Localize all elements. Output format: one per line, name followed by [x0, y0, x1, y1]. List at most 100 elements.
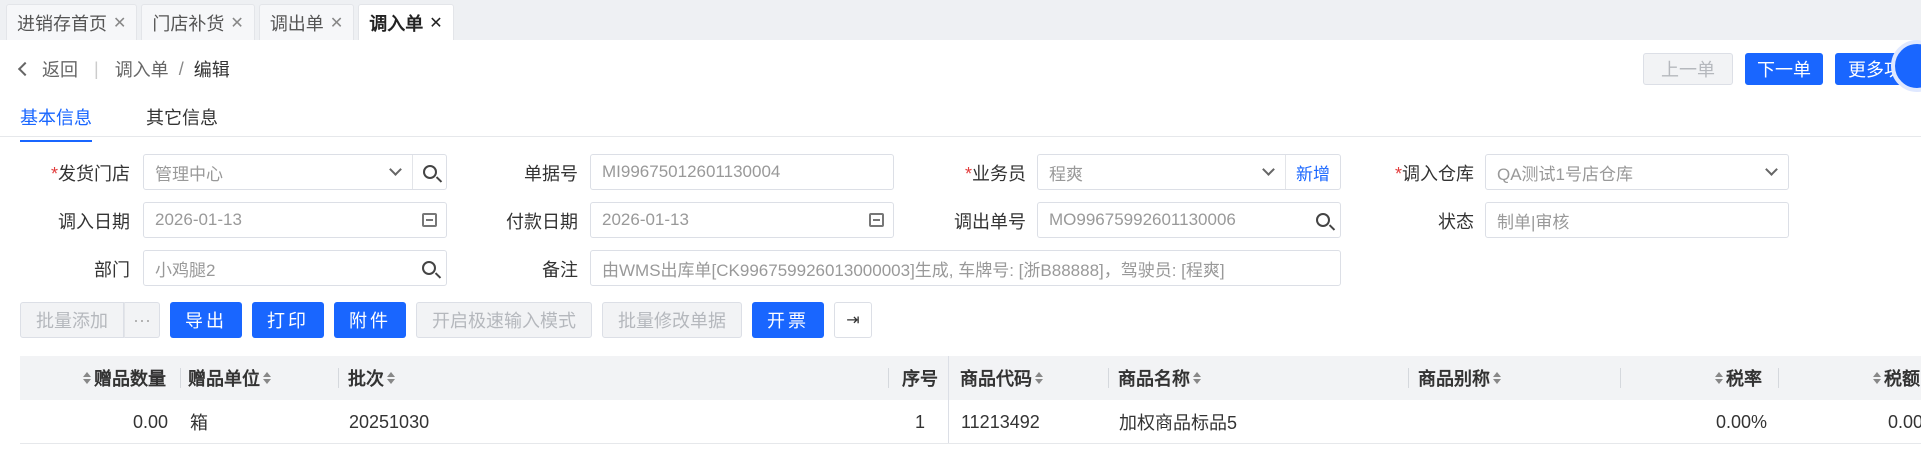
col-gift-qty[interactable]: 赠品数量	[80, 356, 166, 400]
col-alias[interactable]: 商品别称	[1418, 356, 1504, 400]
pay-date-picker[interactable]: 2026-01-13	[590, 202, 894, 238]
doc-no-value: MI99675012601130004	[602, 162, 781, 181]
col-label: 序号	[902, 369, 938, 389]
breadcrumb-separator: /	[178, 58, 184, 79]
table-header: 赠品数量 赠品单位 批次 序号 商品代码 商品名称 商品别称 税率 税额	[20, 356, 1921, 400]
out-no-value: MO99675992601130006	[1049, 210, 1236, 229]
next-record-button[interactable]: 下一单	[1745, 53, 1823, 85]
ship-store-select[interactable]: 管理中心	[143, 154, 447, 190]
tab-transfer-in[interactable]: 调入单 ✕	[358, 4, 454, 40]
dept-value: 小鸡腿2	[155, 260, 216, 280]
sort-icon	[1035, 372, 1043, 384]
sort-icon	[1193, 372, 1201, 384]
salesman-label: *业务员	[964, 164, 1026, 184]
col-tax-amount[interactable]: 税额	[1870, 356, 1920, 400]
batch-add-button[interactable]: 批量添加	[20, 302, 124, 338]
chevron-down-icon[interactable]	[1251, 155, 1285, 189]
close-icon[interactable]: ✕	[230, 13, 243, 33]
tab-bar: 进销存首页 ✕ 门店补货 ✕ 调出单 ✕ 调入单 ✕	[0, 0, 1921, 40]
status-value: 制单|审核	[1497, 212, 1570, 232]
record-nav: 上一单 下一单 更多功	[1643, 53, 1921, 85]
cell-gift-unit: 箱	[190, 413, 208, 433]
sort-icon	[387, 372, 395, 384]
tab-transfer-out[interactable]: 调出单 ✕	[258, 4, 355, 40]
batch-edit-button[interactable]: 批量修改单据	[602, 302, 742, 338]
breadcrumb-current: 编辑	[193, 60, 230, 80]
col-batch[interactable]: 批次	[348, 356, 398, 400]
batch-add-split: 批量添加 ···	[20, 302, 160, 338]
tab-label: 调入单	[369, 13, 424, 34]
column-settings-icon[interactable]: ⇥	[834, 302, 872, 338]
in-warehouse-select[interactable]: QA测试1号店仓库	[1485, 154, 1789, 190]
col-label: 赠品数量	[94, 369, 166, 389]
dept-field[interactable]: 小鸡腿2	[143, 250, 447, 286]
status-field: 制单|审核	[1485, 202, 1789, 238]
out-no-field[interactable]: MO99675992601130006	[1037, 202, 1341, 238]
chevron-down-icon[interactable]	[1754, 155, 1788, 189]
divider	[0, 136, 1921, 137]
in-date-picker[interactable]: 2026-01-13	[143, 202, 447, 238]
in-date-value: 2026-01-13	[155, 210, 242, 229]
breadcrumb-parent[interactable]: 调入单	[115, 56, 169, 82]
tab-store-replenish[interactable]: 门店补货 ✕	[141, 4, 255, 40]
tab-inventory-home[interactable]: 进销存首页 ✕	[6, 4, 138, 40]
in-warehouse-value: QA测试1号店仓库	[1497, 164, 1634, 184]
col-label: 税额	[1884, 369, 1920, 389]
cell-tax-rate: 0.00%	[1716, 411, 1768, 432]
search-icon[interactable]	[1306, 203, 1340, 237]
table-row[interactable]: 0.00 箱 20251030 1 11213492 加权商品标品5 0.00%…	[20, 400, 1921, 444]
col-code[interactable]: 商品代码	[960, 356, 1046, 400]
tab-label: 门店补货	[152, 13, 225, 34]
sort-icon	[1715, 372, 1723, 384]
remark-field[interactable]: 由WMS出库单[CK996759926013000003]生成, 车牌号: [浙…	[590, 250, 1341, 286]
doc-no-label: 单据号	[524, 164, 578, 184]
salesman-select[interactable]: 程爽 新增	[1037, 154, 1341, 190]
cell-batch: 20251030	[349, 411, 430, 432]
sort-icon	[83, 372, 91, 384]
out-no-label: 调出单号	[954, 212, 1026, 232]
chevron-down-icon[interactable]	[378, 155, 412, 189]
fast-input-mode-button[interactable]: 开启极速输入模式	[416, 302, 592, 338]
col-label: 赠品单位	[188, 369, 260, 389]
print-button[interactable]: 打印	[252, 302, 324, 338]
export-button[interactable]: 导出	[170, 302, 242, 338]
pay-date-label: 付款日期	[506, 212, 578, 232]
divider: |	[94, 58, 99, 79]
cell-code: 11213492	[961, 411, 1040, 432]
calendar-icon[interactable]	[412, 203, 446, 237]
close-icon[interactable]: ✕	[113, 13, 126, 33]
col-label: 商品代码	[960, 369, 1032, 389]
col-gift-unit[interactable]: 赠品单位	[188, 356, 274, 400]
remark-label: 备注	[542, 260, 578, 280]
col-label: 税率	[1726, 369, 1762, 389]
sort-icon	[1873, 372, 1881, 384]
tab-label: 进销存首页	[17, 13, 107, 34]
col-label: 批次	[348, 369, 384, 389]
ship-store-label: *发货门店	[50, 164, 130, 184]
search-icon[interactable]	[412, 155, 446, 189]
ship-store-value: 管理中心	[155, 164, 223, 184]
calendar-icon[interactable]	[859, 203, 893, 237]
invoice-button[interactable]: 开票	[752, 302, 824, 338]
tab-label: 调出单	[269, 13, 324, 34]
remark-value: 由WMS出库单[CK996759926013000003]生成, 车牌号: [浙…	[602, 260, 1225, 280]
cell-name: 加权商品标品5	[1119, 413, 1238, 433]
cell-gift-qty: 0.00	[133, 411, 169, 432]
col-label: 商品别称	[1418, 369, 1490, 389]
cell-tax-amount: 0.00	[1888, 411, 1921, 432]
search-icon[interactable]	[412, 251, 446, 285]
col-label: 商品名称	[1118, 369, 1190, 389]
more-icon[interactable]: ···	[124, 302, 160, 338]
chevron-left-icon[interactable]	[17, 61, 33, 77]
close-icon[interactable]: ✕	[429, 13, 442, 33]
sort-icon	[1493, 372, 1501, 384]
prev-record-button[interactable]: 上一单	[1643, 53, 1733, 85]
col-name[interactable]: 商品名称	[1118, 356, 1204, 400]
add-salesman-button[interactable]: 新增	[1285, 155, 1340, 189]
doc-no-field[interactable]: MI99675012601130004	[590, 154, 894, 190]
col-tax-rate[interactable]: 税率	[1712, 356, 1762, 400]
close-icon[interactable]: ✕	[330, 13, 343, 33]
breadcrumb: 返回 | 调入单 / 编辑	[17, 56, 230, 82]
attachment-button[interactable]: 附件	[334, 302, 406, 338]
back-link[interactable]: 返回	[42, 56, 78, 82]
